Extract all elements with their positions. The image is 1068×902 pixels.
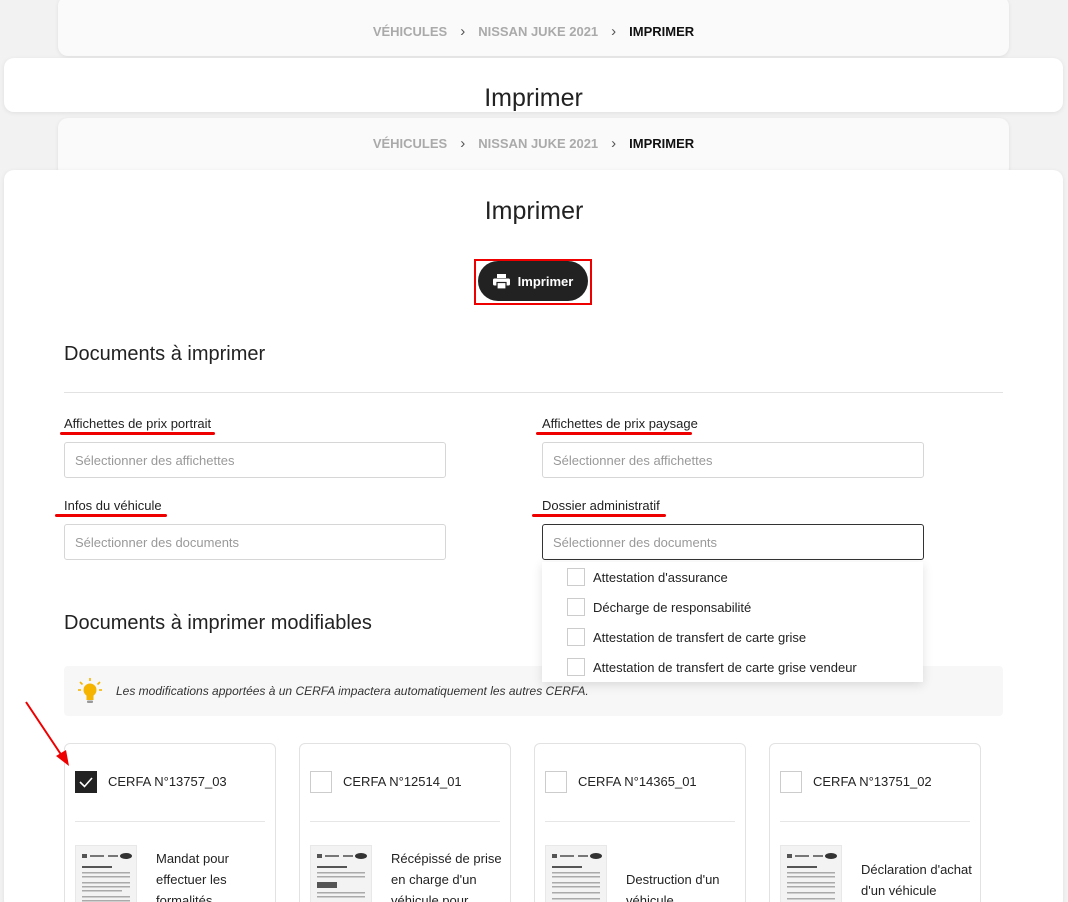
print-button[interactable]: Imprimer: [478, 261, 588, 301]
breadcrumb-vehicle-link[interactable]: NISSAN JUKE 2021: [478, 136, 598, 151]
editable-section-title: Documents à imprimer modifiables: [64, 612, 372, 634]
documents-section-title: Documents à imprimer: [64, 343, 266, 365]
field-label-portrait: Affichettes de prix portrait: [64, 416, 212, 431]
card-divider: [545, 821, 735, 822]
cerfa-card[interactable]: CERFA N°14365_01 Destruction d'un véhicu…: [534, 743, 746, 902]
field-label-admin-file: Dossier administratif: [542, 498, 660, 513]
breadcrumb: VÉHICULES › NISSAN JUKE 2021 › IMPRIMER: [58, 23, 1009, 40]
print-button-label: Imprimer: [517, 273, 574, 289]
cerfa-card[interactable]: CERFA N°13751_02 Déclaration d'achat d'u…: [769, 743, 981, 902]
cerfa-title: CERFA N°13757_03: [108, 774, 227, 789]
option-checkbox[interactable]: [567, 568, 585, 586]
breadcrumb-bar-main: VÉHICULES › NISSAN JUKE 2021 › IMPRIMER: [58, 118, 1009, 178]
annotation-underline: [60, 432, 215, 435]
dropdown-option[interactable]: Attestation de transfert de carte grise …: [542, 652, 923, 682]
option-checkbox[interactable]: [567, 598, 585, 616]
document-thumbnail: [310, 845, 372, 902]
annotation-underline: [536, 432, 692, 435]
landscape-posters-select[interactable]: Sélectionner des affichettes: [542, 442, 924, 478]
check-icon: [79, 777, 93, 788]
cerfa-checkbox[interactable]: [75, 771, 97, 793]
lightbulb-icon: [78, 678, 102, 703]
field-label-landscape: Affichettes de prix paysage: [542, 416, 698, 431]
cerfa-title: CERFA N°14365_01: [578, 774, 697, 789]
card-divider: [310, 821, 500, 822]
chevron-right-icon: ›: [611, 23, 617, 40]
cerfa-checkbox[interactable]: [310, 771, 332, 793]
breadcrumb-current: IMPRIMER: [629, 24, 695, 39]
option-checkbox[interactable]: [567, 628, 585, 646]
breadcrumb-bar: VÉHICULES › NISSAN JUKE 2021 › IMPRIMER: [58, 0, 1009, 56]
cerfa-description: Récépissé de prise en charge d'un véhicu…: [391, 851, 502, 902]
annotation-underline: [55, 514, 167, 517]
section-divider: [64, 392, 1003, 393]
breadcrumb-vehicles-link[interactable]: VÉHICULES: [373, 136, 447, 151]
print-card-duplicate: Imprimer: [4, 58, 1063, 112]
cerfa-checkbox[interactable]: [545, 771, 567, 793]
cerfa-description: Mandat pour effectuer les formalités: [156, 851, 229, 902]
cerfa-card[interactable]: CERFA N°12514_01 Récépissé de prise en c…: [299, 743, 511, 902]
document-thumbnail: [545, 845, 607, 902]
chevron-right-icon: ›: [460, 135, 466, 152]
breadcrumb-vehicle-link[interactable]: NISSAN JUKE 2021: [478, 24, 598, 39]
cerfa-description: Destruction d'un véhicule: [626, 872, 720, 902]
printer-icon: [492, 273, 510, 289]
admin-file-select[interactable]: Sélectionner des documents: [542, 524, 924, 560]
breadcrumb-current: IMPRIMER: [629, 136, 695, 151]
annotation-underline: [532, 514, 666, 517]
chevron-right-icon: ›: [460, 23, 466, 40]
cerfa-card[interactable]: CERFA N°13757_03 Mandat pour effectuer l…: [64, 743, 276, 902]
field-label-vehicle-info: Infos du véhicule: [64, 498, 162, 513]
chevron-right-icon: ›: [611, 135, 617, 152]
info-text: Les modifications apportées à un CERFA i…: [116, 684, 589, 698]
page-title-duplicate: Imprimer: [484, 84, 583, 112]
cerfa-title: CERFA N°12514_01: [343, 774, 462, 789]
option-checkbox[interactable]: [567, 658, 585, 676]
card-divider: [780, 821, 970, 822]
breadcrumb-vehicles-link[interactable]: VÉHICULES: [373, 24, 447, 39]
cerfa-checkbox[interactable]: [780, 771, 802, 793]
dropdown-option[interactable]: Décharge de responsabilité: [542, 592, 923, 622]
dropdown-option[interactable]: Attestation d'assurance: [542, 562, 923, 592]
annotation-arrow-icon: [25, 701, 69, 766]
page-title: Imprimer: [484, 197, 584, 225]
admin-file-dropdown: Attestation d'assurance Décharge de resp…: [542, 562, 923, 682]
breadcrumb-main: VÉHICULES › NISSAN JUKE 2021 › IMPRIMER: [58, 135, 1009, 152]
vehicle-info-select[interactable]: Sélectionner des documents: [64, 524, 446, 560]
card-divider: [75, 821, 265, 822]
portrait-posters-select[interactable]: Sélectionner des affichettes: [64, 442, 446, 478]
cerfa-title: CERFA N°13751_02: [813, 774, 932, 789]
document-thumbnail: [75, 845, 137, 902]
cerfa-description: Déclaration d'achat d'un véhicule: [861, 862, 972, 898]
document-thumbnail: [780, 845, 842, 902]
dropdown-option[interactable]: Attestation de transfert de carte grise: [542, 622, 923, 652]
